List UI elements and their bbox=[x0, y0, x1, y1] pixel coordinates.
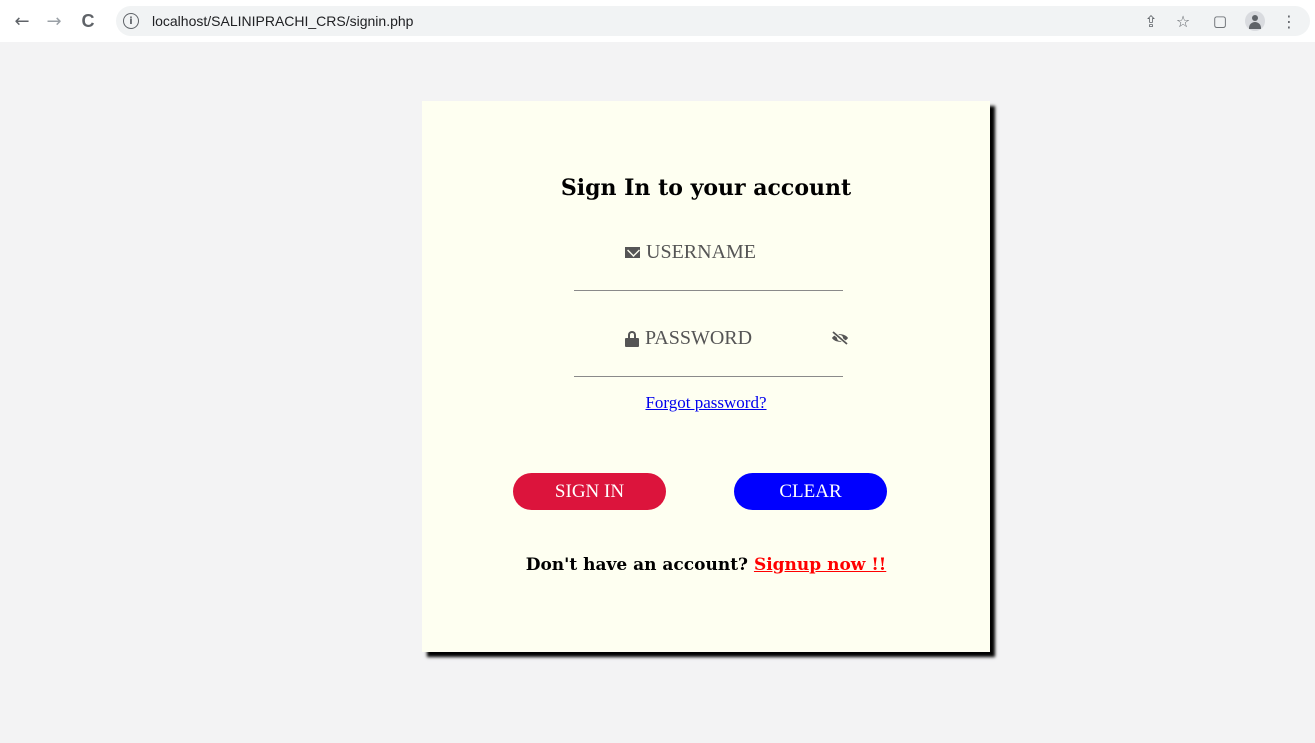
username-field[interactable]: USERNAME bbox=[574, 241, 843, 291]
envelope-icon bbox=[625, 247, 640, 258]
no-account-text: Don't have an account? bbox=[525, 555, 749, 575]
browser-toolbar: ← → C i localhost/SALINIPRACHI_CRS/signi… bbox=[0, 0, 1315, 42]
signin-button[interactable]: SIGN IN bbox=[513, 473, 666, 510]
reload-icon[interactable]: C bbox=[76, 9, 100, 33]
signin-card: Sign In to your account USERNAME PASSWOR… bbox=[422, 101, 990, 652]
password-placeholder: PASSWORD bbox=[625, 327, 752, 350]
address-bar[interactable]: i localhost/SALINIPRACHI_CRS/signin.php bbox=[116, 6, 1310, 36]
password-field[interactable]: PASSWORD bbox=[574, 327, 849, 377]
back-icon[interactable]: ← bbox=[10, 9, 34, 33]
share-icon[interactable]: ⇪ bbox=[1140, 9, 1162, 33]
clear-button[interactable]: CLEAR bbox=[734, 473, 887, 510]
forward-icon[interactable]: → bbox=[42, 9, 66, 33]
info-icon[interactable]: i bbox=[123, 13, 139, 29]
username-placeholder: USERNAME bbox=[625, 241, 756, 264]
profile-avatar-icon[interactable] bbox=[1245, 11, 1265, 31]
page-title: Sign In to your account bbox=[560, 175, 852, 201]
eye-slash-icon[interactable] bbox=[830, 331, 850, 345]
sidepanel-icon[interactable]: ▢ bbox=[1209, 9, 1231, 33]
menu-icon[interactable]: ⋮ bbox=[1278, 9, 1300, 33]
url-text[interactable]: localhost/SALINIPRACHI_CRS/signin.php bbox=[152, 13, 413, 29]
signup-link[interactable]: Signup now !! bbox=[754, 555, 886, 575]
username-placeholder-text: USERNAME bbox=[646, 241, 757, 263]
forgot-password-link[interactable]: Forgot password? bbox=[422, 393, 990, 413]
signup-prompt: Don't have an account? Signup now !! bbox=[422, 555, 990, 575]
lock-icon bbox=[625, 330, 639, 347]
star-icon[interactable]: ☆ bbox=[1172, 9, 1194, 33]
password-placeholder-text: PASSWORD bbox=[645, 327, 753, 349]
